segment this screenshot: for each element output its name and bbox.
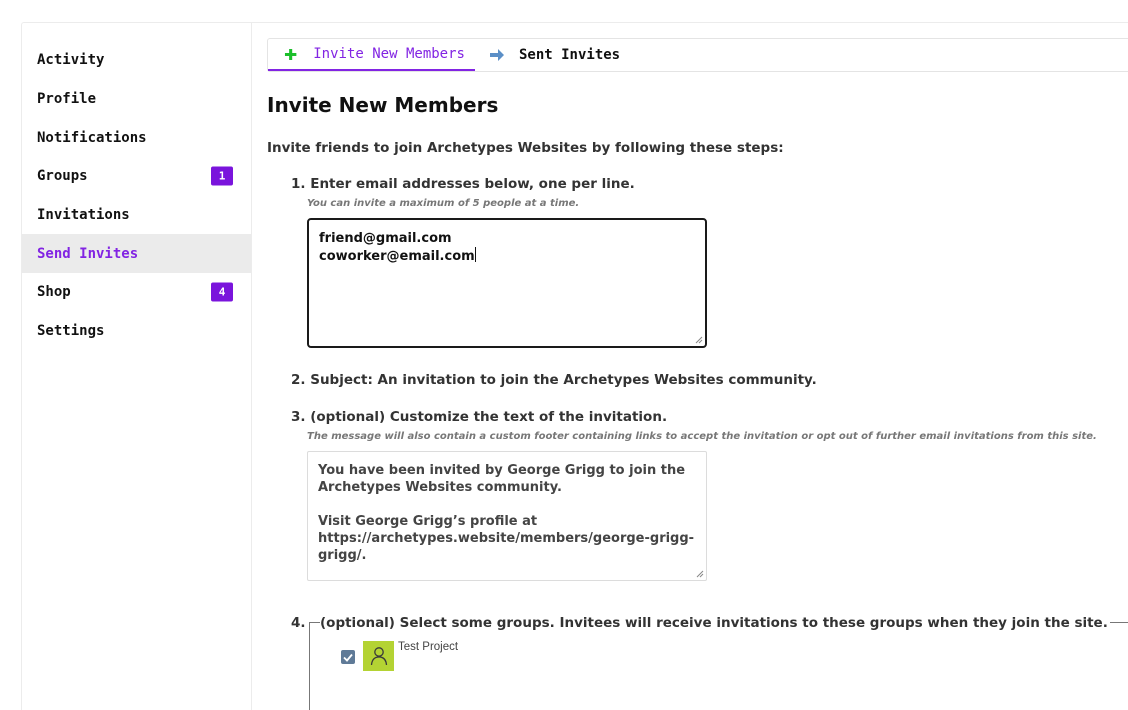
sidebar-item-shop[interactable]: Shop 4 [22, 273, 251, 312]
sidebar-item-label: Groups [37, 168, 88, 185]
resize-handle-icon[interactable] [695, 336, 703, 344]
sidebar-item-label: Profile [37, 91, 97, 108]
sidebar-item-profile[interactable]: Profile [22, 80, 251, 119]
group-avatar [363, 641, 394, 671]
group-checkbox[interactable] [341, 650, 355, 664]
sidebar-item-settings[interactable]: Settings [22, 312, 251, 351]
groups-legend: (optional) Select some groups. Invitees … [320, 615, 1110, 631]
tab-label: Sent Invites [518, 47, 621, 63]
step-2-label: 2. Subject: An invitation to join the Ar… [291, 372, 817, 388]
sidebar-item-invitations[interactable]: Invitations [22, 196, 251, 235]
message-paragraph: Visit George Grigg’s profile at https://… [318, 514, 695, 563]
sidebar-item-label: Settings [37, 323, 105, 340]
resize-handle-icon[interactable] [696, 570, 704, 578]
groups-count-badge: 1 [211, 166, 233, 186]
user-icon [370, 647, 387, 666]
email-line: coworker@email.com [319, 247, 695, 265]
group-name: Test Project [398, 641, 459, 653]
email-line-text: coworker@email.com [319, 249, 475, 264]
tab-invite-new-members[interactable]: ✚ Invite New Members [268, 39, 475, 71]
page-title: Invite New Members [267, 93, 499, 117]
sidebar-item-label: Send Invites [37, 245, 139, 262]
email-addresses-textarea[interactable]: friend@gmail.com coworker@email.com [307, 218, 707, 348]
sidebar-item-label: Shop [37, 284, 71, 301]
sidebar-item-groups[interactable]: Groups 1 [22, 157, 251, 196]
text-caret [474, 247, 476, 262]
email-line: friend@gmail.com [319, 231, 452, 246]
sidebar-item-activity[interactable]: Activity [22, 41, 251, 80]
sidebar-nav: Activity Profile Notifications Groups 1 … [22, 23, 252, 710]
tab-sent-invites[interactable]: Sent Invites [475, 39, 620, 71]
sidebar-item-label: Activity [37, 52, 105, 69]
step-1-label: 1. Enter email addresses below, one per … [291, 176, 635, 192]
invitation-message-textarea[interactable]: You have been invited by George Grigg to… [307, 451, 707, 581]
shop-count-badge: 4 [211, 282, 233, 302]
groups-fieldset [309, 622, 1128, 710]
step-1-hint: You can invite a maximum of 5 people at … [307, 198, 580, 209]
sidebar-item-send-invites[interactable]: Send Invites [22, 234, 251, 274]
step-3-hint: The message will also contain a custom f… [307, 431, 1097, 442]
tab-label: Invite New Members [313, 46, 465, 62]
arrow-right-icon [489, 48, 505, 62]
plus-icon: ✚ [284, 41, 298, 66]
sidebar-item-notifications[interactable]: Notifications [22, 118, 251, 157]
message-paragraph: You have been invited by George Grigg to… [318, 463, 686, 495]
intro-text: Invite friends to join Archetypes Websit… [267, 140, 784, 156]
sidebar-item-label: Notifications [37, 129, 147, 146]
step-3-label: 3. (optional) Customize the text of the … [291, 409, 668, 425]
invite-tabs: ✚ Invite New Members Sent Invites [267, 38, 1128, 72]
sidebar-item-label: Invitations [37, 207, 130, 224]
step-4-number: 4. [291, 615, 306, 631]
